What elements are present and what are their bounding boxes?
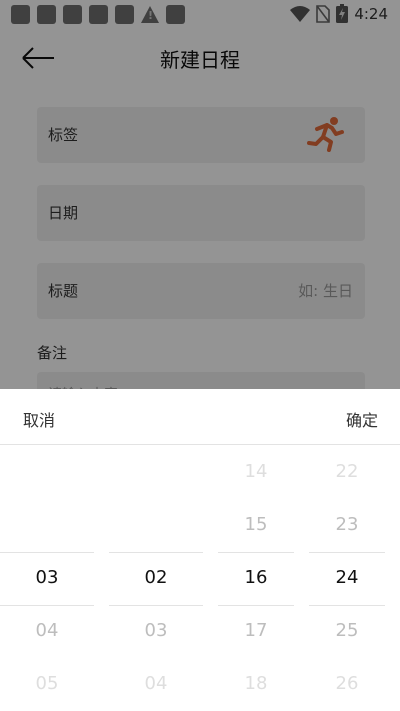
picker-item[interactable]: 05 [0,673,94,694]
picker-item-selected[interactable]: 03 [0,567,94,588]
picker-item[interactable]: 26 [309,673,385,694]
cancel-button[interactable]: 取消 [23,407,55,431]
selection-line [218,552,294,553]
picker-item[interactable]: 25 [309,620,385,641]
picker-item[interactable]: 22 [309,461,385,482]
picker-column-minute[interactable]: 22 23 24 25 26 [309,445,385,711]
selection-line [0,605,94,606]
picker-column-month[interactable]: 03 04 05 [0,445,94,711]
confirm-button[interactable]: 确定 [346,407,378,431]
picker-item[interactable]: 15 [218,514,294,535]
picker-item[interactable]: 23 [309,514,385,535]
selection-line [309,552,385,553]
picker-item[interactable]: 17 [218,620,294,641]
picker-item[interactable]: 03 [109,620,203,641]
picker-item[interactable]: 18 [218,673,294,694]
selection-line [0,552,94,553]
picker-item-selected[interactable]: 24 [309,567,385,588]
picker-column-day[interactable]: 02 03 04 [109,445,203,711]
selection-line [109,552,203,553]
picker-item[interactable]: 04 [0,620,94,641]
picker-item-selected[interactable]: 16 [218,567,294,588]
picker-item-selected[interactable]: 02 [109,567,203,588]
date-time-picker-sheet: 取消 确定 03 04 05 02 03 04 14 15 16 17 18 2… [0,389,400,711]
picker-item[interactable]: 14 [218,461,294,482]
picker-column-hour[interactable]: 14 15 16 17 18 [218,445,294,711]
picker-item[interactable]: 04 [109,673,203,694]
selection-line [218,605,294,606]
picker-toolbar: 取消 确定 [0,389,400,445]
selection-line [309,605,385,606]
selection-line [109,605,203,606]
